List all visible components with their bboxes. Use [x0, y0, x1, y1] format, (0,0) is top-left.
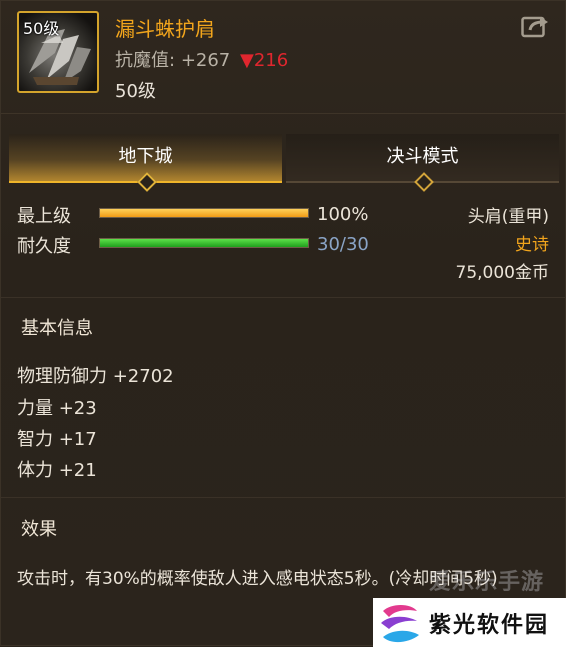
- item-name: 漏斗蛛护肩: [115, 17, 215, 41]
- anti-magic-stat: 抗魔值: +267 ▼216: [115, 46, 288, 72]
- durability-label: 耐久度: [17, 236, 71, 257]
- durability-bar: [99, 238, 309, 248]
- shoulder-armor-icon: 50级: [17, 11, 99, 93]
- attribute-item: 力量 +23: [17, 398, 97, 419]
- section-divider: [1, 497, 566, 498]
- share-button[interactable]: [521, 13, 551, 39]
- anti-magic-change-value: 216: [253, 50, 289, 71]
- top-level-bar-fill: [100, 209, 308, 217]
- brand-name: 紫光软件园: [429, 612, 550, 638]
- rarity-label: 史诗: [515, 235, 549, 255]
- brand-watermark: 紫光软件园: [373, 598, 566, 647]
- section-divider: [1, 297, 566, 298]
- attribute-item: 智力 +17: [17, 429, 97, 450]
- anti-magic-value: +267: [180, 50, 231, 71]
- mode-tabs: 地下城 决斗模式: [9, 134, 559, 192]
- attribute-item: 体力 +21: [17, 460, 97, 481]
- top-level-bar: [99, 208, 309, 218]
- brand-logo-icon: [381, 604, 419, 642]
- price: 75,000金币: [455, 263, 549, 283]
- share-icon: [521, 16, 548, 38]
- anti-magic-change: ▼216: [240, 50, 288, 71]
- down-arrow-icon: ▼: [240, 50, 254, 71]
- effect-title: 效果: [21, 519, 57, 540]
- basic-info-title: 基本信息: [21, 318, 93, 339]
- level-badge: 50级: [23, 19, 60, 38]
- watermark-text: 爱乐乐手游: [429, 570, 545, 595]
- top-level-label: 最上级: [17, 206, 71, 227]
- header-divider: [1, 113, 566, 114]
- equipment-slot: 头肩(重甲): [467, 207, 549, 227]
- item-tooltip-panel: 50级 漏斗蛛护肩 抗魔值: +267 ▼216 50级 地下城 决斗模式 最上…: [0, 0, 566, 647]
- attribute-item: 物理防御力 +2702: [17, 366, 174, 387]
- anti-magic-label: 抗魔值:: [115, 50, 176, 71]
- top-level-value: 100%: [317, 204, 369, 225]
- durability-value: 30/30: [317, 234, 369, 255]
- item-level: 50级: [115, 81, 156, 102]
- durability-bar-fill: [100, 239, 308, 247]
